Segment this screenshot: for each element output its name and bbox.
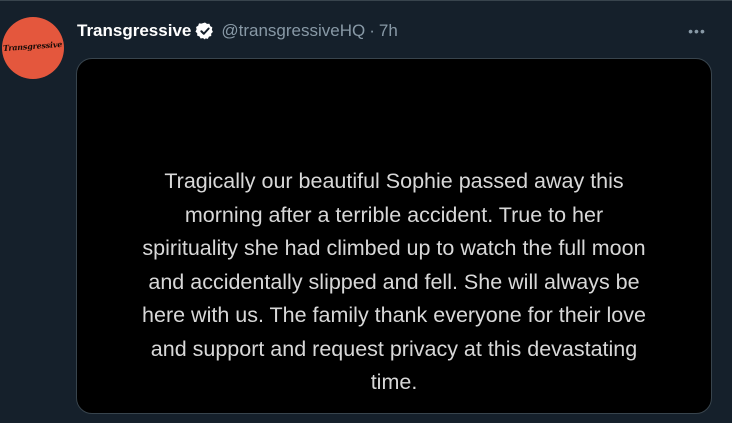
- more-options-button[interactable]: •••: [682, 18, 712, 44]
- display-name[interactable]: Transgressive: [77, 21, 191, 41]
- statement-line: Tragically our beautiful Sophie passed a…: [164, 169, 624, 193]
- verified-badge-icon: [195, 21, 215, 41]
- tweet-header: Transgressive @transgressiveHQ · 7h: [77, 19, 398, 43]
- more-options-icon: •••: [688, 23, 706, 39]
- tweet-media-image[interactable]: Tragically our beautiful Sophie passed a…: [76, 58, 712, 414]
- statement-line: time.: [370, 370, 418, 394]
- timestamp[interactable]: 7h: [379, 21, 398, 41]
- avatar[interactable]: Transgressive: [2, 17, 64, 79]
- avatar-logo: Transgressive: [3, 38, 63, 54]
- separator-dot: ·: [369, 21, 375, 40]
- statement-line: morning after a terrible accident. True …: [184, 202, 604, 227]
- statement-line: and accidentally slipped and fell. She w…: [148, 269, 640, 294]
- top-divider: [0, 0, 732, 1]
- statement-line: here with us. The family thank everyone …: [142, 303, 646, 327]
- user-handle[interactable]: @transgressiveHQ: [221, 21, 365, 41]
- statement-line: and support and request privacy at this …: [150, 336, 638, 361]
- statement-line: spirituality she had climbed up to watch…: [142, 236, 646, 260]
- statement-text: Tragically our beautiful Sophie passed a…: [77, 165, 711, 400]
